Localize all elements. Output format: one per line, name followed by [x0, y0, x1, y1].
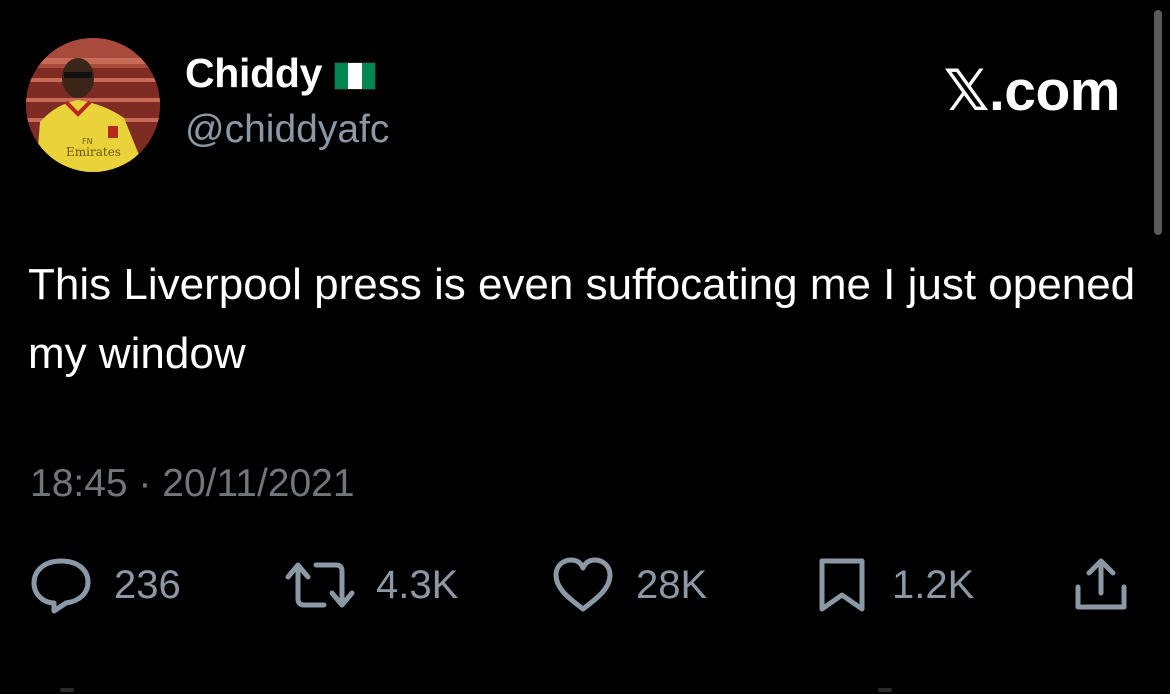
action-bar: 236 4.3K 28K 1.2K	[0, 555, 1170, 615]
retweet-count: 4.3K	[376, 562, 459, 607]
heart-icon	[550, 555, 616, 615]
next-item-edge	[878, 688, 892, 692]
svg-text:FN: FN	[82, 137, 93, 146]
avatar[interactable]: Emirates FN	[26, 38, 160, 172]
bookmark-button[interactable]: 1.2K	[812, 555, 974, 615]
author-name-row[interactable]: Chiddy	[185, 50, 377, 97]
share-button[interactable]	[1070, 555, 1132, 615]
reply-count: 236	[114, 562, 181, 607]
retweet-button[interactable]: 4.3K	[284, 555, 458, 615]
nigeria-flag-icon	[334, 61, 377, 90]
tweet-text: This Liverpool press is even suffocating…	[28, 260, 1136, 378]
bookmark-count: 1.2K	[892, 562, 975, 607]
share-icon	[1070, 555, 1132, 615]
tweet-card: Emirates FN Chiddy @chiddyafc 𝕏.com This…	[0, 0, 1170, 694]
tweet-timestamp[interactable]: 18:45 · 20/11/2021	[30, 462, 355, 506]
next-item-edge	[60, 688, 74, 692]
x-logo-text: 𝕏.com	[943, 59, 1121, 123]
user-handle[interactable]: @chiddyafc	[185, 108, 389, 152]
bookmark-icon	[812, 555, 872, 615]
svg-text:Emirates: Emirates	[66, 145, 121, 159]
like-button[interactable]: 28K	[550, 555, 707, 615]
avatar-image: Emirates FN	[26, 38, 160, 172]
scrollbar[interactable]	[1154, 10, 1162, 235]
reply-bubble-icon	[28, 555, 94, 615]
retweet-icon	[284, 555, 356, 615]
reply-button[interactable]: 236	[28, 555, 181, 615]
display-name[interactable]: Chiddy	[185, 50, 322, 97]
like-count: 28K	[636, 562, 708, 607]
